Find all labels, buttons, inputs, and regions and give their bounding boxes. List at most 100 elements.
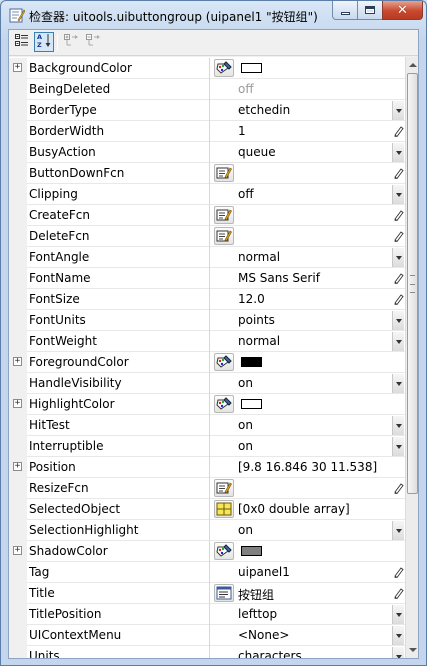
property-editor-button[interactable] bbox=[214, 59, 234, 77]
property-editor-button[interactable] bbox=[214, 479, 234, 497]
property-row[interactable]: Clipping off bbox=[9, 184, 405, 205]
close-button[interactable]: ✕ bbox=[382, 1, 423, 20]
property-row[interactable]: HandleVisibility on bbox=[9, 373, 405, 394]
property-row[interactable]: BorderType etchedin bbox=[9, 100, 405, 121]
property-value[interactable]: 按钮组 bbox=[238, 586, 274, 603]
dropdown-button[interactable] bbox=[392, 143, 404, 162]
property-editor-button[interactable] bbox=[214, 500, 234, 518]
property-row[interactable]: FontName MS Sans Serif bbox=[9, 268, 405, 289]
column-divider[interactable] bbox=[209, 583, 210, 604]
column-divider[interactable] bbox=[209, 604, 210, 625]
dropdown-button[interactable] bbox=[392, 374, 404, 393]
property-editor-button[interactable] bbox=[214, 164, 234, 182]
property-row[interactable]: FontSize 12.0 bbox=[9, 289, 405, 310]
column-divider[interactable] bbox=[209, 100, 210, 121]
column-divider[interactable] bbox=[209, 394, 210, 415]
property-row[interactable]: BusyAction queue bbox=[9, 142, 405, 163]
column-divider[interactable] bbox=[209, 415, 210, 436]
edit-pencil-icon[interactable] bbox=[393, 566, 404, 579]
property-editor-button[interactable] bbox=[214, 542, 234, 560]
expand-all-button[interactable] bbox=[62, 32, 82, 52]
property-row[interactable]: + HighlightColor bbox=[9, 394, 405, 415]
property-value[interactable]: uipanel1 bbox=[238, 565, 290, 579]
property-value[interactable]: 1 bbox=[238, 124, 246, 138]
column-divider[interactable] bbox=[209, 121, 210, 142]
property-row[interactable]: Tag uipanel1 bbox=[9, 562, 405, 583]
property-value[interactable]: points bbox=[238, 313, 275, 327]
column-divider[interactable] bbox=[209, 163, 210, 184]
property-row[interactable]: HitTest on bbox=[9, 415, 405, 436]
property-row[interactable]: BeingDeleted off bbox=[9, 79, 405, 100]
column-divider[interactable] bbox=[209, 436, 210, 457]
property-value[interactable]: normal bbox=[238, 334, 280, 348]
scroll-thumb[interactable] bbox=[407, 73, 418, 494]
maximize-button[interactable] bbox=[357, 1, 383, 20]
column-divider[interactable] bbox=[209, 478, 210, 499]
dropdown-button[interactable] bbox=[392, 311, 404, 330]
property-editor-button[interactable] bbox=[214, 353, 234, 371]
scroll-up-button[interactable] bbox=[407, 58, 418, 72]
column-divider[interactable] bbox=[209, 373, 210, 394]
property-editor-button[interactable] bbox=[214, 206, 234, 224]
property-row[interactable]: + ShadowColor bbox=[9, 541, 405, 562]
expand-toggle-icon[interactable]: + bbox=[13, 357, 22, 366]
column-divider[interactable] bbox=[209, 289, 210, 310]
property-value[interactable]: on bbox=[238, 376, 253, 390]
property-value[interactable]: on bbox=[238, 418, 253, 432]
property-row[interactable]: + ForegroundColor bbox=[9, 352, 405, 373]
property-value[interactable]: etchedin bbox=[238, 103, 290, 117]
property-row[interactable]: + Position [9.8 16.846 30 11.538] bbox=[9, 457, 405, 478]
alphabetical-sort-button[interactable]: A Z bbox=[34, 32, 54, 52]
property-value[interactable]: [9.8 16.846 30 11.538] bbox=[238, 460, 377, 474]
dropdown-button[interactable] bbox=[392, 626, 404, 645]
column-divider[interactable] bbox=[209, 58, 210, 79]
expand-toggle-icon[interactable]: + bbox=[13, 399, 22, 408]
vertical-scrollbar[interactable] bbox=[405, 57, 418, 658]
column-divider[interactable] bbox=[209, 331, 210, 352]
property-value[interactable]: MS Sans Serif bbox=[238, 271, 320, 285]
property-row[interactable]: UIContextMenu <None> bbox=[9, 625, 405, 646]
edit-pencil-icon[interactable] bbox=[393, 587, 404, 600]
column-divider[interactable] bbox=[209, 625, 210, 646]
expand-toggle-icon[interactable]: + bbox=[13, 63, 22, 72]
expand-toggle-icon[interactable]: + bbox=[13, 546, 22, 555]
column-divider[interactable] bbox=[209, 184, 210, 205]
edit-pencil-icon[interactable] bbox=[393, 482, 404, 495]
edit-pencil-icon[interactable] bbox=[393, 125, 404, 138]
minimize-button[interactable] bbox=[332, 1, 358, 20]
property-value[interactable]: characters bbox=[238, 649, 302, 658]
expand-toggle-icon[interactable]: + bbox=[13, 462, 22, 471]
property-row[interactable]: Units characters bbox=[9, 646, 405, 658]
property-row[interactable]: ResizeFcn bbox=[9, 478, 405, 499]
column-divider[interactable] bbox=[209, 499, 210, 520]
property-row[interactable]: CreateFcn bbox=[9, 205, 405, 226]
scroll-down-button[interactable] bbox=[407, 643, 418, 657]
property-editor-button[interactable] bbox=[214, 584, 234, 602]
property-row[interactable]: SelectedObject [0x0 double array] bbox=[9, 499, 405, 520]
dropdown-button[interactable] bbox=[392, 185, 404, 204]
property-row[interactable]: TitlePosition lefttop bbox=[9, 604, 405, 625]
property-row[interactable]: DeleteFcn bbox=[9, 226, 405, 247]
categorized-view-button[interactable] bbox=[12, 32, 32, 52]
property-row[interactable]: FontWeight normal bbox=[9, 331, 405, 352]
column-divider[interactable] bbox=[209, 205, 210, 226]
collapse-all-button[interactable] bbox=[84, 32, 104, 52]
edit-pencil-icon[interactable] bbox=[393, 293, 404, 306]
property-row[interactable]: ButtonDownFcn bbox=[9, 163, 405, 184]
dropdown-button[interactable] bbox=[392, 101, 404, 120]
property-row[interactable]: FontAngle normal bbox=[9, 247, 405, 268]
column-divider[interactable] bbox=[209, 142, 210, 163]
property-value[interactable]: [0x0 double array] bbox=[238, 502, 350, 516]
title-bar[interactable]: 检查器: uitools.uibuttongroup (uipanel1 "按钮… bbox=[1, 1, 426, 29]
property-value[interactable]: on bbox=[238, 439, 253, 453]
dropdown-button[interactable] bbox=[392, 605, 404, 624]
property-value[interactable]: on bbox=[238, 523, 253, 537]
column-divider[interactable] bbox=[209, 562, 210, 583]
property-value[interactable]: normal bbox=[238, 250, 280, 264]
column-divider[interactable] bbox=[209, 520, 210, 541]
column-divider[interactable] bbox=[209, 352, 210, 373]
property-row[interactable]: Title 按钮组 bbox=[9, 583, 405, 604]
edit-pencil-icon[interactable] bbox=[393, 209, 404, 222]
property-value[interactable]: queue bbox=[238, 145, 276, 159]
column-divider[interactable] bbox=[209, 646, 210, 658]
